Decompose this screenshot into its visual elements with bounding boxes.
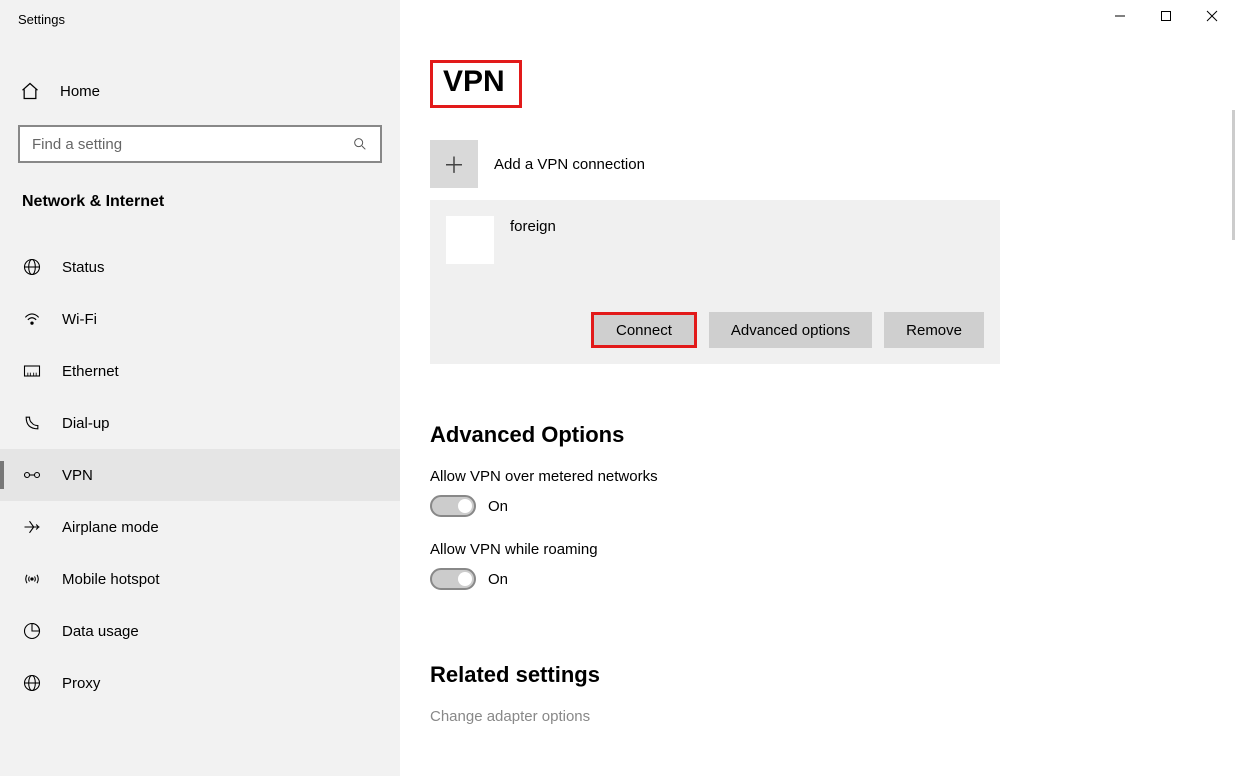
phone-icon	[22, 413, 42, 433]
sidebar-item-label: VPN	[62, 467, 93, 484]
sidebar-item-label: Wi-Fi	[62, 311, 97, 328]
globe-icon	[22, 257, 42, 277]
sidebar-item-label: Mobile hotspot	[62, 571, 160, 588]
home-icon	[20, 81, 40, 101]
roaming-state: On	[488, 571, 508, 588]
maximize-button[interactable]	[1143, 0, 1189, 32]
sidebar-item-label: Dial-up	[62, 415, 110, 432]
sidebar-section-header: Network & Internet	[0, 175, 400, 221]
vpn-connection-card[interactable]: foreign Connect Advanced options Remove	[430, 200, 1000, 364]
sidebar-item-status[interactable]: Status	[0, 241, 400, 293]
app-title: Settings	[0, 12, 400, 37]
sidebar-item-label: Proxy	[62, 675, 100, 692]
sidebar-item-datausage[interactable]: Data usage	[0, 605, 400, 657]
vpn-icon	[22, 465, 42, 485]
close-button[interactable]	[1189, 0, 1235, 32]
nav-home[interactable]: Home	[0, 67, 400, 115]
hotspot-icon	[22, 569, 42, 589]
vpn-connection-name: foreign	[510, 218, 556, 235]
network-icon	[446, 216, 494, 264]
metered-toggle[interactable]	[430, 495, 476, 517]
add-vpn-button[interactable]: ＋ Add a VPN connection	[430, 140, 1225, 188]
wifi-icon	[22, 309, 42, 329]
sidebar-item-vpn[interactable]: VPN	[0, 449, 400, 501]
connect-button[interactable]: Connect	[591, 312, 697, 348]
sidebar-item-dialup[interactable]: Dial-up	[0, 397, 400, 449]
page-title-highlight: VPN	[430, 60, 522, 108]
page-title: VPN	[443, 65, 505, 99]
ethernet-icon	[22, 361, 42, 381]
related-settings-header: Related settings	[430, 662, 1225, 688]
sidebar-item-label: Airplane mode	[62, 519, 159, 536]
roaming-label: Allow VPN while roaming	[430, 541, 1225, 558]
sidebar-item-hotspot[interactable]: Mobile hotspot	[0, 553, 400, 605]
sidebar-item-ethernet[interactable]: Ethernet	[0, 345, 400, 397]
main-content: VPN ＋ Add a VPN connection foreign Conne…	[400, 0, 1235, 776]
add-vpn-label: Add a VPN connection	[494, 156, 645, 173]
nav-home-label: Home	[60, 83, 100, 100]
sidebar-item-label: Ethernet	[62, 363, 119, 380]
roaming-toggle[interactable]	[430, 568, 476, 590]
sidebar-item-wifi[interactable]: Wi-Fi	[0, 293, 400, 345]
change-adapter-link[interactable]: Change adapter options	[430, 708, 1225, 725]
sidebar-item-label: Status	[62, 259, 105, 276]
sidebar-item-proxy[interactable]: Proxy	[0, 657, 400, 709]
plus-icon: ＋	[430, 140, 478, 188]
minimize-button[interactable]	[1097, 0, 1143, 32]
proxy-icon	[22, 673, 42, 693]
search-icon	[350, 134, 370, 154]
titlebar-controls	[1097, 0, 1235, 32]
advanced-options-header: Advanced Options	[430, 422, 1225, 448]
remove-button[interactable]: Remove	[884, 312, 984, 348]
search-input[interactable]	[30, 135, 350, 154]
metered-state: On	[488, 498, 508, 515]
sidebar-item-label: Data usage	[62, 623, 139, 640]
airplane-icon	[22, 517, 42, 537]
sidebar: Settings Home Network & Internet Status	[0, 0, 400, 776]
metered-label: Allow VPN over metered networks	[430, 468, 1225, 485]
advanced-options-button[interactable]: Advanced options	[709, 312, 872, 348]
sidebar-item-airplane[interactable]: Airplane mode	[0, 501, 400, 553]
search-box[interactable]	[18, 125, 382, 163]
data-usage-icon	[22, 621, 42, 641]
